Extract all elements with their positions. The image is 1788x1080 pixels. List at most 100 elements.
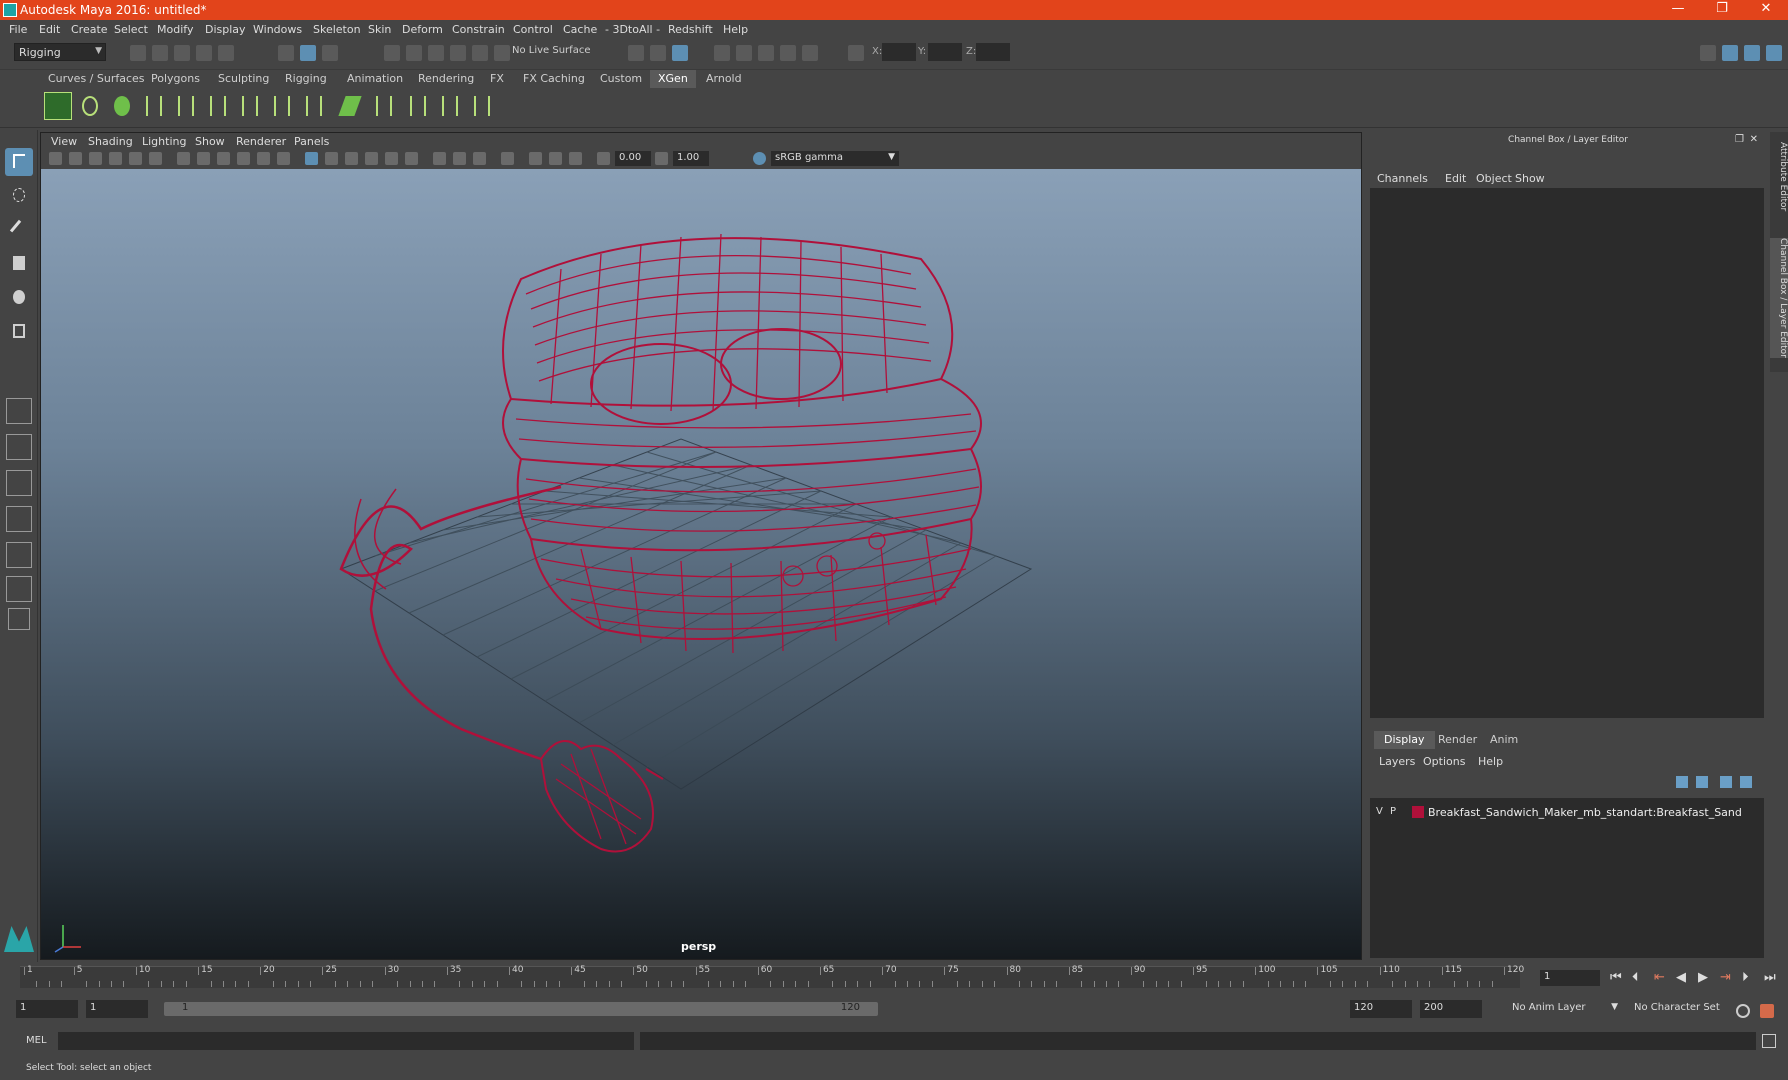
menu-cache[interactable]: Cache — [563, 23, 597, 36]
two-d-pan-icon[interactable] — [129, 152, 142, 165]
wireframe-icon[interactable] — [305, 152, 318, 165]
layer-menu-options[interactable]: Options — [1423, 755, 1465, 768]
create-layer-from-selected-icon[interactable] — [1740, 776, 1752, 788]
vp-menu-lighting[interactable]: Lighting — [142, 135, 186, 148]
anim-layer-dropdown[interactable]: No Anim Layer ▼ — [1508, 1000, 1620, 1018]
lasso-tool-icon[interactable] — [5, 182, 33, 210]
input-ops-icon[interactable] — [628, 45, 644, 61]
shelf-tab-fx[interactable]: FX — [482, 70, 512, 88]
render-settings-icon[interactable] — [780, 45, 796, 61]
x-field[interactable] — [882, 43, 916, 61]
exposure-field[interactable]: 0.00 — [615, 151, 651, 166]
exposure-icon[interactable] — [597, 152, 610, 165]
viewport-panel[interactable]: View Shading Lighting Show Renderer Pane… — [40, 132, 1362, 960]
move-layer-up-icon[interactable] — [1676, 776, 1688, 788]
xray-components-icon[interactable] — [569, 152, 582, 165]
construction-history-icon[interactable] — [672, 45, 688, 61]
z-field[interactable] — [976, 43, 1010, 61]
shelf-tab-fx-caching[interactable]: FX Caching — [515, 70, 593, 88]
vp-menu-view[interactable]: View — [51, 135, 77, 148]
camera-select-icon[interactable] — [49, 152, 62, 165]
xgen-sculpt-guide-icon[interactable] — [236, 92, 264, 120]
shelf-tab-animation[interactable]: Animation — [339, 70, 411, 88]
cb-menu-show[interactable]: Show — [1515, 172, 1545, 185]
snap-curve-icon[interactable] — [406, 45, 422, 61]
select-hierarchy-icon[interactable] — [278, 45, 294, 61]
range-slider-bar[interactable]: 1 120 — [164, 1002, 878, 1016]
layer-tab-display[interactable]: Display — [1374, 731, 1435, 749]
xgen-delete-guide-icon[interactable] — [468, 92, 496, 120]
xgen-guide-length-icon[interactable] — [300, 92, 328, 120]
menu-display[interactable]: Display — [205, 23, 246, 36]
isolate-select-icon[interactable] — [501, 152, 514, 165]
select-object-icon[interactable] — [300, 45, 316, 61]
move-tool-icon[interactable] — [5, 250, 33, 278]
time-slider-track[interactable]: 1 5 10 15 20 25 30 35 40 45 50 55 60 65 70 75 80 85 90 95 10… — [20, 965, 1524, 988]
layer-color-swatch[interactable] — [1412, 806, 1424, 818]
view-transform-dropdown[interactable]: sRGB gamma ▼ — [771, 151, 899, 166]
snap-surface-icon[interactable] — [472, 45, 488, 61]
go-to-start-icon[interactable]: ⏮ — [1610, 970, 1622, 985]
float-panel-icon[interactable]: ❐ — [1735, 134, 1744, 145]
xgen-preview-icon[interactable] — [76, 92, 104, 120]
maximize-button[interactable]: ❐ — [1700, 0, 1744, 20]
menu-3dtoall[interactable]: - 3DtoAll - — [605, 23, 660, 36]
grid-icon[interactable] — [177, 152, 190, 165]
scale-tool-icon[interactable] — [5, 318, 33, 346]
single-pane-layout-icon[interactable] — [6, 398, 32, 424]
screen-space-ao-icon[interactable] — [433, 152, 446, 165]
select-component-icon[interactable] — [322, 45, 338, 61]
xgen-add-guide-icon[interactable] — [172, 92, 200, 120]
layer-tab-render[interactable]: Render — [1428, 731, 1487, 749]
menu-help[interactable]: Help — [723, 23, 748, 36]
shelf-tab-rendering[interactable]: Rendering — [410, 70, 482, 88]
menu-create[interactable]: Create — [71, 23, 108, 36]
grease-pencil-icon[interactable] — [149, 152, 162, 165]
xgen-bend-icon[interactable] — [370, 92, 398, 120]
layer-tab-anim[interactable]: Anim — [1480, 731, 1528, 749]
animation-preferences-icon[interactable] — [1760, 1004, 1774, 1018]
layer-name[interactable]: Breakfast_Sandwich_Maker_mb_standart:Bre… — [1428, 806, 1742, 819]
default-material-icon[interactable] — [345, 152, 358, 165]
menu-deform[interactable]: Deform — [402, 23, 443, 36]
shelf-tab-arnold[interactable]: Arnold — [698, 70, 750, 88]
gate-mask-icon[interactable] — [237, 152, 250, 165]
menu-windows[interactable]: Windows — [253, 23, 302, 36]
current-frame-field[interactable]: 1 — [1540, 970, 1600, 986]
y-field[interactable] — [928, 43, 962, 61]
minimize-button[interactable]: — — [1656, 0, 1700, 20]
modeling-toolkit-icon[interactable] — [1700, 45, 1716, 61]
snap-point-icon[interactable] — [428, 45, 444, 61]
multisample-aa-icon[interactable] — [473, 152, 486, 165]
transform-mode-icon[interactable] — [848, 45, 864, 61]
xgen-lock-guide-icon[interactable] — [268, 92, 296, 120]
channel-box-toggle-icon[interactable] — [1722, 45, 1738, 61]
channel-box-tab[interactable]: Channel Box / Layer Editor — [1770, 238, 1788, 358]
play-backwards-icon[interactable]: ◀ — [1676, 970, 1686, 985]
camera-attributes-icon[interactable] — [69, 152, 82, 165]
attribute-editor-toggle-icon[interactable] — [1744, 45, 1760, 61]
menu-skeleton[interactable]: Skeleton — [313, 23, 361, 36]
xgen-create-collection-icon[interactable] — [108, 92, 136, 120]
shelf-tab-custom[interactable]: Custom — [592, 70, 650, 88]
color-management-icon[interactable] — [753, 152, 766, 165]
xgen-noise-icon[interactable] — [436, 92, 464, 120]
close-button[interactable]: ✕ — [1744, 0, 1788, 20]
snap-view-plane-icon[interactable] — [450, 45, 466, 61]
xgen-guides-icon[interactable] — [140, 92, 168, 120]
cb-menu-edit[interactable]: Edit — [1445, 172, 1466, 185]
menu-skin[interactable]: Skin — [368, 23, 391, 36]
layer-playback-toggle[interactable]: P — [1390, 806, 1396, 817]
new-scene-icon[interactable] — [130, 45, 146, 61]
render-frame-icon[interactable] — [736, 45, 752, 61]
field-chart-icon[interactable] — [257, 152, 270, 165]
textured-icon[interactable] — [365, 152, 378, 165]
xgen-place-guide-icon[interactable] — [204, 92, 232, 120]
xray-joints-icon[interactable] — [549, 152, 562, 165]
paint-select-tool-icon[interactable] — [5, 216, 33, 244]
hypershade-layout-icon[interactable] — [6, 576, 32, 602]
ipr-render-icon[interactable] — [758, 45, 774, 61]
render-view-icon[interactable] — [714, 45, 730, 61]
smooth-shade-icon[interactable] — [325, 152, 338, 165]
vp-menu-panels[interactable]: Panels — [294, 135, 329, 148]
